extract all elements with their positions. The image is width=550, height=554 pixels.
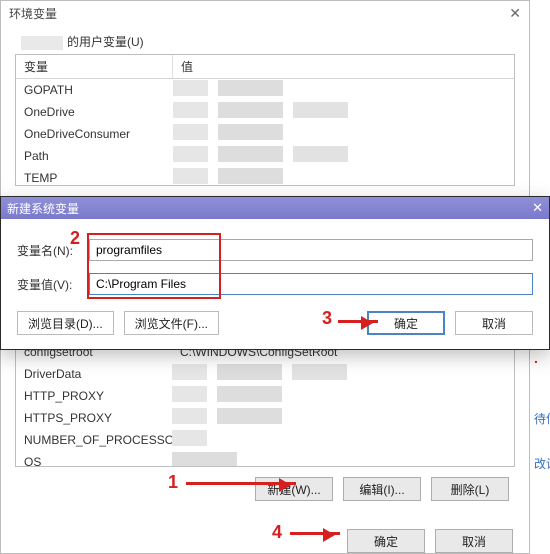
env-titlebar: 环境变量 ✕	[1, 1, 529, 25]
system-vars-table-wrap[interactable]: configsetrootC:\WINDOWS\ConfigSetRoot Dr…	[15, 340, 515, 467]
table-row[interactable]: HTTP_PROXY	[16, 385, 514, 407]
var-value-input[interactable]	[89, 273, 533, 295]
user-vars-caption: 的用户变量(U)	[21, 33, 515, 50]
user-vars-table-wrap[interactable]: 变量 值 GOPATH OneDrive OneDriveConsumer Pa…	[15, 54, 515, 186]
user-vars-section: 的用户变量(U) 变量 值 GOPATH OneDrive OneDriveCo…	[15, 33, 515, 186]
close-icon[interactable]: ✕	[509, 5, 521, 22]
system-vars-buttons: 新建(W)... 编辑(I)... 删除(L)	[15, 467, 515, 505]
delete-sys-var-button[interactable]: 删除(L)	[431, 477, 509, 501]
dialog-close-icon[interactable]: ✕	[532, 200, 543, 216]
var-name-row: 变量名(N):	[17, 239, 533, 261]
table-row[interactable]: NUMBER_OF_PROCESSORS	[16, 429, 514, 451]
user-vars-table: 变量 值 GOPATH OneDrive OneDriveConsumer Pa…	[16, 55, 514, 186]
system-vars-section: configsetrootC:\WINDOWS\ConfigSetRoot Dr…	[15, 340, 515, 505]
table-row[interactable]: OneDrive	[16, 101, 514, 123]
bg-link-1: 待信	[534, 410, 550, 427]
env-title: 环境变量	[9, 5, 57, 22]
var-value-row: 变量值(V):	[17, 273, 533, 295]
browse-file-button[interactable]: 浏览文件(F)...	[124, 311, 219, 335]
new-sys-var-button[interactable]: 新建(W)...	[255, 477, 333, 501]
dialog-cancel-button[interactable]: 取消	[455, 311, 533, 335]
env-cancel-button[interactable]: 取消	[435, 529, 513, 553]
table-row[interactable]: HTTPS_PROXY	[16, 407, 514, 429]
dialog-titlebar: 新建系统变量 ✕	[1, 197, 549, 219]
table-row[interactable]: DriverData	[16, 363, 514, 385]
env-ok-button[interactable]: 确定	[347, 529, 425, 553]
bg-link-2: 改设置	[534, 455, 550, 472]
system-vars-table: configsetrootC:\WINDOWS\ConfigSetRoot Dr…	[16, 341, 514, 467]
env-window-confirm-buttons: 确定 取消	[1, 513, 529, 554]
dialog-body: 变量名(N): 变量值(V): 浏览目录(D)... 浏览文件(F)... 确定…	[1, 219, 549, 349]
var-name-input[interactable]	[89, 239, 533, 261]
col-header-var[interactable]: 变量	[16, 55, 173, 79]
dialog-title: 新建系统变量	[7, 200, 79, 217]
var-name-label: 变量名(N):	[17, 242, 89, 259]
browse-dir-button[interactable]: 浏览目录(D)...	[17, 311, 114, 335]
table-row[interactable]: TEMP	[16, 167, 514, 186]
dialog-button-row: 浏览目录(D)... 浏览文件(F)... 确定 取消	[17, 307, 533, 335]
table-row[interactable]: OS	[16, 451, 514, 467]
masked-username	[21, 36, 63, 50]
table-row[interactable]: Path	[16, 145, 514, 167]
var-value-label: 变量值(V):	[17, 276, 89, 293]
col-header-val[interactable]: 值	[173, 55, 515, 79]
new-system-variable-dialog: 新建系统变量 ✕ 变量名(N): 变量值(V): 浏览目录(D)... 浏览文件…	[0, 196, 550, 350]
edit-sys-var-button[interactable]: 编辑(I)...	[343, 477, 421, 501]
table-row[interactable]: OneDriveConsumer	[16, 123, 514, 145]
dialog-ok-button[interactable]: 确定	[367, 311, 445, 335]
table-row[interactable]: GOPATH	[16, 79, 514, 102]
